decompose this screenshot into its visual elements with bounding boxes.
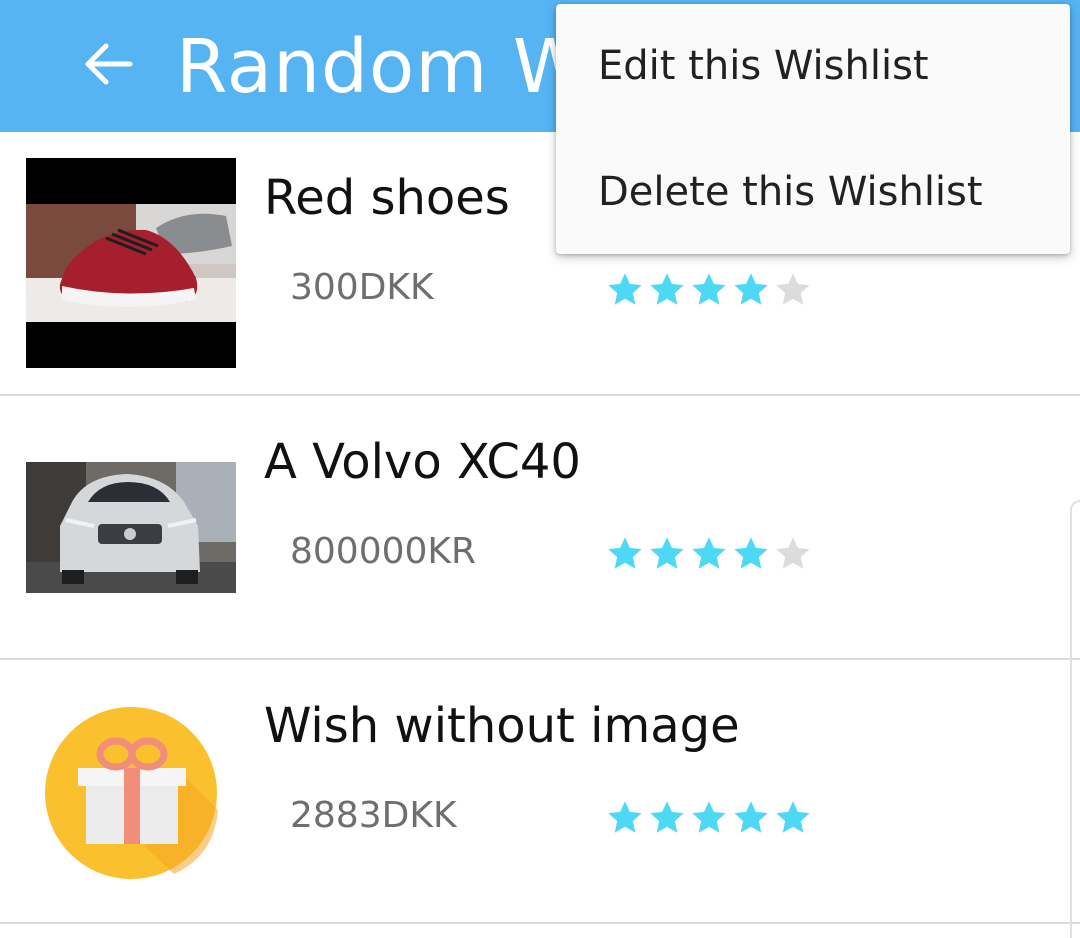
menu-item-edit-wishlist[interactable]: Edit this Wishlist <box>556 4 1070 128</box>
star-rating <box>606 536 812 572</box>
star-filled-icon <box>648 272 686 308</box>
list-item[interactable]: A Volvo XC40 800000KR <box>0 396 1080 660</box>
star-filled-icon <box>732 800 770 836</box>
wish-price: 300DKK <box>290 267 434 308</box>
wish-title: A Volvo XC40 <box>264 434 581 490</box>
star-rating <box>606 272 812 308</box>
wishlist-screen: Random Wishlist Red shoes 300DKK A Volvo… <box>0 0 1080 938</box>
star-empty-icon <box>774 536 812 572</box>
list-item[interactable]: Wish without image 2883DKK <box>0 660 1080 924</box>
star-filled-icon <box>690 800 728 836</box>
wish-price: 800000KR <box>290 531 477 572</box>
star-filled-icon <box>774 800 812 836</box>
star-filled-icon <box>732 272 770 308</box>
scroll-edge <box>1070 500 1080 938</box>
star-filled-icon <box>606 272 644 308</box>
star-filled-icon <box>648 800 686 836</box>
star-empty-icon <box>774 272 812 308</box>
star-filled-icon <box>690 272 728 308</box>
star-filled-icon <box>732 536 770 572</box>
arrow-left-icon <box>80 36 136 96</box>
wish-image-volvo-xc40 <box>26 462 236 593</box>
star-filled-icon <box>648 536 686 572</box>
menu-item-delete-wishlist[interactable]: Delete this Wishlist <box>556 130 1070 254</box>
back-button[interactable] <box>70 28 146 104</box>
star-filled-icon <box>606 800 644 836</box>
wish-title: Wish without image <box>264 698 740 754</box>
wish-title: Red shoes <box>264 170 510 226</box>
wish-image-red-shoes <box>26 158 236 368</box>
gift-placeholder-icon <box>44 706 218 880</box>
star-rating <box>606 800 812 836</box>
overflow-menu: Edit this Wishlist Delete this Wishlist <box>556 4 1070 254</box>
wish-price: 2883DKK <box>290 795 457 836</box>
star-filled-icon <box>690 536 728 572</box>
star-filled-icon <box>606 536 644 572</box>
